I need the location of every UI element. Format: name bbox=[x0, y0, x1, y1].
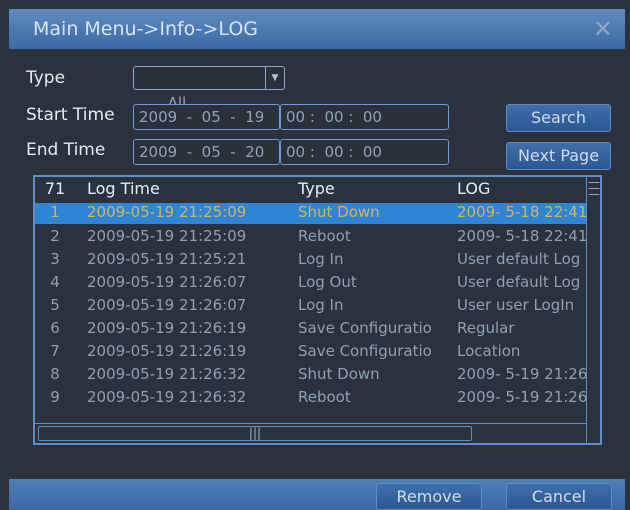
row-index: 6 bbox=[50, 319, 60, 337]
vertical-scroll-thumb[interactable]: — — — bbox=[588, 177, 600, 201]
start-date-field[interactable]: 2009 - 05 - 19 bbox=[133, 104, 280, 130]
table-row[interactable]: 7 2009-05-19 21:26:19 Save Configuratio … bbox=[35, 342, 590, 363]
remove-button[interactable]: Remove bbox=[376, 483, 482, 510]
row-type: Shut Down bbox=[298, 203, 380, 221]
dialog-body: Type All ▼ Start Time 2009 - 05 - 19 00 … bbox=[9, 49, 625, 479]
row-log-time: 2009-05-19 21:26:32 bbox=[87, 365, 247, 383]
table-row[interactable]: 6 2009-05-19 21:26:19 Save Configuratio … bbox=[35, 319, 590, 340]
row-log: 2009- 5-19 21:26 bbox=[457, 388, 588, 406]
cancel-button[interactable]: Cancel bbox=[506, 483, 612, 510]
bottom-bar: Remove Cancel bbox=[9, 479, 625, 510]
row-index: 5 bbox=[50, 296, 60, 314]
table-row[interactable]: 2 2009-05-19 21:25:09 Reboot 2009- 5-18 … bbox=[35, 227, 590, 248]
row-index: 4 bbox=[50, 273, 60, 291]
row-log: User default Log bbox=[457, 250, 581, 268]
table-row[interactable]: 5 2009-05-19 21:26:07 Log In User user L… bbox=[35, 296, 590, 317]
row-log: User default Log bbox=[457, 273, 581, 291]
table-row[interactable]: 8 2009-05-19 21:26:32 Shut Down 2009- 5-… bbox=[35, 365, 590, 386]
end-time-field[interactable]: 00 : 00 : 00 bbox=[280, 139, 449, 165]
row-log: Regular bbox=[457, 319, 515, 337]
row-log-time: 2009-05-19 21:25:21 bbox=[87, 250, 247, 268]
row-index: 8 bbox=[50, 365, 60, 383]
row-log-time: 2009-05-19 21:26:07 bbox=[87, 273, 247, 291]
row-index: 9 bbox=[50, 388, 60, 406]
log-table: 71 Log Time Type LOG 1 2009-05-19 21:25:… bbox=[33, 175, 602, 445]
row-log: 2009- 5-18 22:41 bbox=[457, 203, 588, 221]
type-select[interactable]: All ▼ bbox=[133, 66, 285, 112]
column-header-log: LOG bbox=[457, 179, 491, 198]
row-type: Log In bbox=[298, 250, 344, 268]
column-header-type: Type bbox=[298, 179, 335, 198]
chevron-down-icon[interactable]: ▼ bbox=[265, 67, 284, 89]
start-time-field[interactable]: 00 : 00 : 00 bbox=[280, 104, 449, 130]
row-log-time: 2009-05-19 21:25:09 bbox=[87, 203, 247, 221]
row-log-time: 2009-05-19 21:26:19 bbox=[87, 342, 247, 360]
row-index: 1 bbox=[50, 203, 60, 221]
row-type: Reboot bbox=[298, 227, 351, 245]
table-row[interactable]: 9 2009-05-19 21:26:32 Reboot 2009- 5-19 … bbox=[35, 388, 590, 409]
table-row[interactable]: 4 2009-05-19 21:26:07 Log Out User defau… bbox=[35, 273, 590, 294]
row-type: Log Out bbox=[298, 273, 357, 291]
log-dialog: Main Menu->Info->LOG ✕ Type All ▼ Start … bbox=[0, 0, 630, 510]
start-time-label: Start Time bbox=[26, 105, 115, 125]
row-index: 7 bbox=[50, 342, 60, 360]
row-log-time: 2009-05-19 21:26:07 bbox=[87, 296, 247, 314]
row-type: Log In bbox=[298, 296, 344, 314]
horizontal-scrollbar[interactable]: ||| bbox=[35, 423, 590, 443]
table-row[interactable]: 3 2009-05-19 21:25:21 Log In User defaul… bbox=[35, 250, 590, 271]
table-row[interactable]: 1 2009-05-19 21:25:09 Shut Down 2009- 5-… bbox=[35, 203, 590, 224]
row-log-time: 2009-05-19 21:26:32 bbox=[87, 388, 247, 406]
end-time-label: End Time bbox=[26, 140, 106, 160]
next-page-button[interactable]: Next Page bbox=[506, 142, 611, 170]
horizontal-scroll-thumb[interactable]: ||| bbox=[38, 426, 472, 441]
vertical-scrollbar[interactable]: — — — bbox=[586, 177, 600, 443]
row-log: Location bbox=[457, 342, 521, 360]
column-header-count: 71 bbox=[44, 179, 66, 198]
row-type: Save Configuratio bbox=[298, 319, 432, 337]
title-bar: Main Menu->Info->LOG ✕ bbox=[9, 9, 625, 49]
search-button[interactable]: Search bbox=[506, 104, 611, 132]
row-log: 2009- 5-19 21:26 bbox=[457, 365, 588, 383]
dialog-title: Main Menu->Info->LOG bbox=[33, 18, 259, 40]
row-type: Save Configuratio bbox=[298, 342, 432, 360]
row-type: Reboot bbox=[298, 388, 351, 406]
close-icon[interactable]: ✕ bbox=[593, 9, 613, 49]
table-header: 71 Log Time Type LOG bbox=[35, 177, 590, 203]
row-log-time: 2009-05-19 21:25:09 bbox=[87, 227, 247, 245]
row-log-time: 2009-05-19 21:26:19 bbox=[87, 319, 247, 337]
row-index: 3 bbox=[50, 250, 60, 268]
column-header-log-time: Log Time bbox=[87, 179, 160, 198]
row-log: 2009- 5-18 22:41 bbox=[457, 227, 588, 245]
row-index: 2 bbox=[50, 227, 60, 245]
end-date-field[interactable]: 2009 - 05 - 20 bbox=[133, 139, 280, 165]
row-type: Shut Down bbox=[298, 365, 380, 383]
type-label: Type bbox=[26, 68, 66, 88]
row-log: User user LogIn bbox=[457, 296, 575, 314]
